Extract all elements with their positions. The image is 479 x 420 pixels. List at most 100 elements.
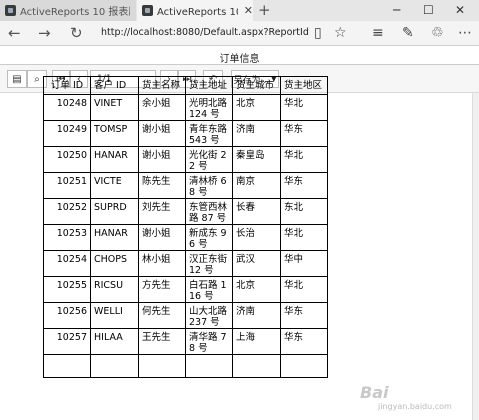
header-ship-city: 货主城市 <box>232 76 281 95</box>
table-row: 10257 HILAA 王先生 清华路 78 号上海 华东 <box>43 328 328 355</box>
cell-ship-address: 清华路 78 号 <box>185 328 233 355</box>
browser-tab-bar: ActiveReports 10 报表服务器 ActiveReports 10 … <box>0 0 479 21</box>
cell-customer-id: VICTE <box>90 172 139 199</box>
browser-nav-bar: ← → ↻ http://localhost:8080/Default.aspx… <box>0 21 479 46</box>
back-arrow-icon[interactable]: ← <box>8 24 21 42</box>
cell-ship-address: 山大北路 237 号 <box>185 302 233 329</box>
cell-ship-city: 北京 <box>232 94 281 121</box>
cell-order-id: 10256 <box>43 302 91 329</box>
cell-ship-city: 北京 <box>232 276 281 303</box>
cell-ship-address <box>185 354 233 378</box>
header-ship-region: 货主地区 <box>280 76 328 95</box>
cell-customer-id: CHOPS <box>90 250 139 277</box>
cell-order-id: 10252 <box>43 198 91 225</box>
cell-ship-name: 谢小姐 <box>138 146 186 173</box>
cell-ship-city: 武汉 <box>232 250 281 277</box>
cell-customer-id <box>90 354 139 378</box>
refresh-icon[interactable]: ↻ <box>70 24 83 42</box>
cell-ship-region: 华北 <box>280 224 328 251</box>
cell-ship-city: 长治 <box>232 224 281 251</box>
cell-ship-region <box>280 354 328 378</box>
reading-view-icon[interactable]: ▯ <box>314 25 322 41</box>
more-icon[interactable]: ⋯ <box>458 25 472 41</box>
cell-order-id: 10257 <box>43 328 91 355</box>
minimize-icon[interactable]: ─ <box>393 3 400 17</box>
cell-customer-id: HANAR <box>90 146 139 173</box>
cell-ship-address: 白石路 116 号 <box>185 276 233 303</box>
header-order-id: 订单 ID <box>43 76 91 95</box>
table-row: 10250 HANAR 谢小姐 光化街 22 号秦皇岛 华北 <box>43 146 328 173</box>
cell-ship-name: 林小姐 <box>138 250 186 277</box>
cell-customer-id: HANAR <box>90 224 139 251</box>
cell-ship-address: 新成东 96 号 <box>185 224 233 251</box>
table-row: 10251 VICTE 陈先生 清林桥 68 号南京 华东 <box>43 172 328 199</box>
cell-customer-id: HILAA <box>90 328 139 355</box>
cell-ship-address: 青年东路 543 号 <box>185 120 233 147</box>
cell-customer-id: VINET <box>90 94 139 121</box>
browser-tab-1[interactable]: ActiveReports 10 报表服务器 <box>0 0 136 21</box>
cell-order-id: 10248 <box>43 94 91 121</box>
tab-label: ActiveReports 10 报表服务器 <box>20 7 130 18</box>
cell-ship-name: 陈先生 <box>138 172 186 199</box>
cell-customer-id: SUPRD <box>90 198 139 225</box>
cell-order-id: 10254 <box>43 250 91 277</box>
hub-icon[interactable]: ≡ <box>372 25 384 41</box>
address-bar[interactable]: http://localhost:8080/Default.aspx?Repor… <box>101 25 309 41</box>
cell-ship-region: 华北 <box>280 276 328 303</box>
cell-ship-city: 长春 <box>232 198 281 225</box>
cell-ship-name: 刘先生 <box>138 198 186 225</box>
table-row: 10249 TOMSP 谢小姐 青年东路 543 号济南 华东 <box>43 120 328 147</box>
cell-ship-city: 秦皇岛 <box>232 146 281 173</box>
cell-order-id: 10250 <box>43 146 91 173</box>
cell-ship-address: 东管西林路 87 号 <box>185 198 233 225</box>
cell-ship-region: 华中 <box>280 250 328 277</box>
table-row: 10255 RICSU 方先生 白石路 116 号北京 华北 <box>43 276 328 303</box>
table-row: 10254 CHOPS 林小姐 汉正东街 12 号武汉 华中 <box>43 250 328 277</box>
cell-ship-name: 方先生 <box>138 276 186 303</box>
web-note-icon[interactable]: ✎ <box>402 25 414 41</box>
cell-ship-region: 华东 <box>280 302 328 329</box>
toc-button[interactable]: ▤ <box>7 70 27 88</box>
cell-order-id: 10251 <box>43 172 91 199</box>
list-icon: ▤ <box>12 73 22 85</box>
cell-ship-name: 谢小姐 <box>138 224 186 251</box>
vertical-scrollbar[interactable] <box>472 93 479 420</box>
cell-ship-city <box>232 354 281 378</box>
cell-order-id: 10253 <box>43 224 91 251</box>
favorite-star-icon[interactable]: ☆ <box>334 25 347 41</box>
cell-ship-city: 济南 <box>232 120 281 147</box>
cell-ship-region: 华东 <box>280 120 328 147</box>
page-favicon-icon <box>5 5 16 16</box>
forward-arrow-icon[interactable]: → <box>38 24 51 42</box>
maximize-icon[interactable]: ☐ <box>423 3 434 17</box>
table-row: 10253 HANAR 谢小姐 新成东 96 号长治 华北 <box>43 224 328 251</box>
new-tab-icon[interactable]: + <box>258 1 271 19</box>
cell-ship-name: 余小姐 <box>138 94 186 121</box>
page-favicon-icon <box>142 5 153 16</box>
cell-customer-id: RICSU <box>90 276 139 303</box>
cell-ship-city: 济南 <box>232 302 281 329</box>
cell-ship-city: 上海 <box>232 328 281 355</box>
cell-order-id: 10255 <box>43 276 91 303</box>
cell-ship-name <box>138 354 186 378</box>
cell-ship-address: 光明北路 124 号 <box>185 94 233 121</box>
table-row: 10252 SUPRD 刘先生 东管西林路 87 号长春 东北 <box>43 198 328 225</box>
page-title: 订单信息 <box>219 54 260 65</box>
cell-ship-region: 华北 <box>280 146 328 173</box>
tab-label: ActiveReports 10 报表服 <box>157 7 238 18</box>
report-table: 订单 ID 客户 ID 货主名称 货主地址 货主城市 货主地区 10248 VIN… <box>43 76 328 378</box>
cell-ship-name: 王先生 <box>138 328 186 355</box>
cell-order-id <box>43 354 91 378</box>
cell-customer-id: WELLI <box>90 302 139 329</box>
cell-ship-region: 华东 <box>280 172 328 199</box>
table-row: 10248 VINET 余小姐 光明北路 124 号北京 华北 <box>43 94 328 121</box>
close-window-icon[interactable]: ✕ <box>455 3 465 17</box>
header-ship-name: 货主名称 <box>138 76 186 95</box>
share-icon[interactable]: ♲ <box>431 25 444 41</box>
table-header-row: 订单 ID 客户 ID 货主名称 货主地址 货主城市 货主地区 <box>43 76 328 95</box>
table-row-empty <box>43 354 328 378</box>
tab-close-icon[interactable]: ✕ <box>244 4 253 17</box>
cell-ship-address: 光化街 22 号 <box>185 146 233 173</box>
cell-ship-region: 东北 <box>280 198 328 225</box>
browser-tab-2[interactable]: ActiveReports 10 报表服 ✕ <box>137 0 253 21</box>
